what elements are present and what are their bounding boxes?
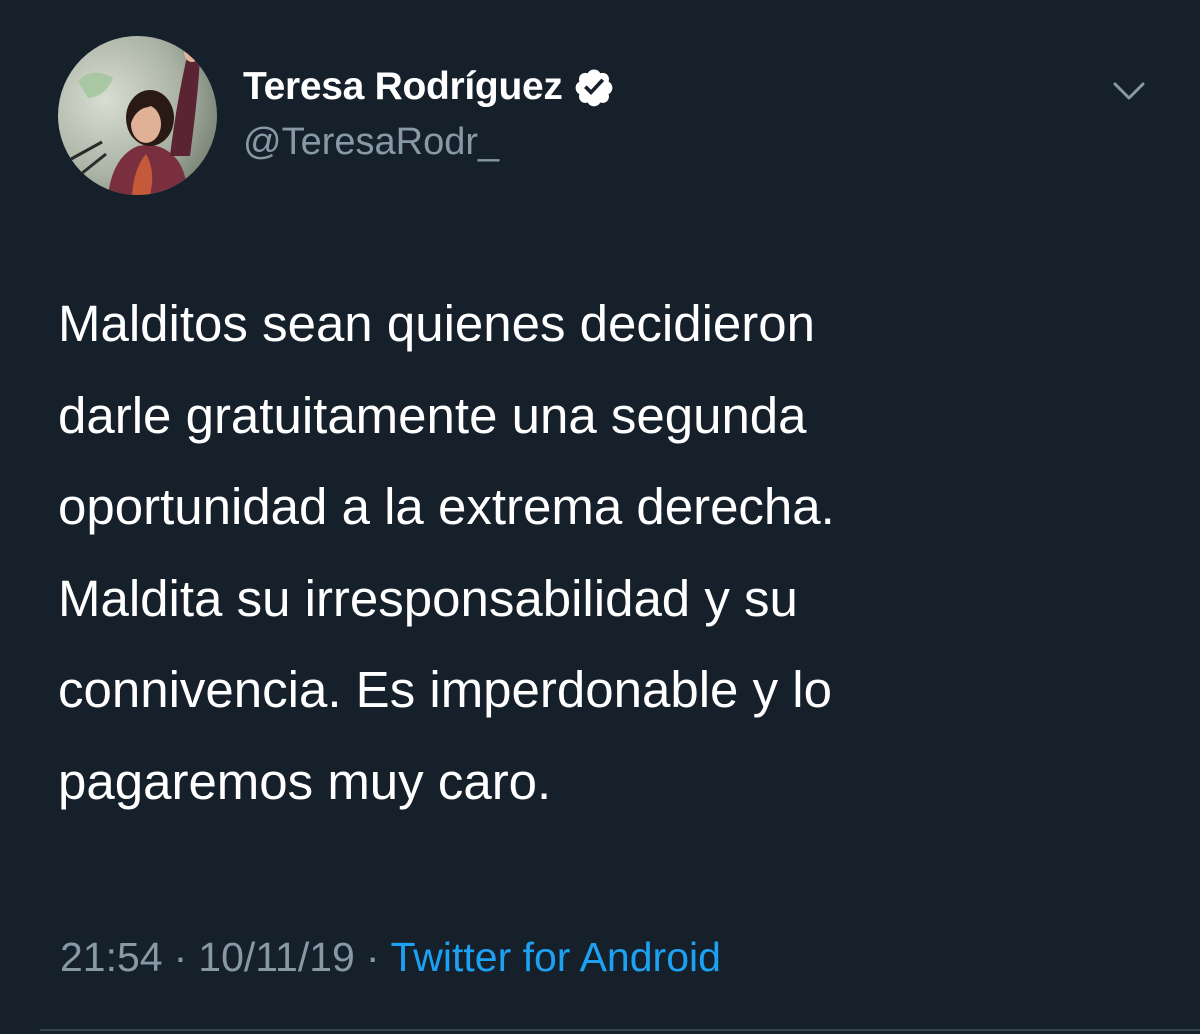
author-name-row[interactable]: Teresa Rodríguez (243, 64, 615, 110)
tweet-text-line: connivencia. Es imperdonable y lo (58, 661, 832, 718)
tweet-metadata: 21:54 · 10/11/19 · Twitter for Android (60, 932, 721, 982)
verified-badge-icon (573, 66, 615, 108)
avatar-photo (58, 36, 217, 195)
tweet-text-line: darle gratuitamente una segunda (58, 386, 807, 444)
author-handle[interactable]: @TeresaRodr_ (243, 119, 499, 165)
author-display-name[interactable]: Teresa Rodríguez (243, 64, 563, 110)
tweet-text: Malditos sean quienes decidieron darle g… (58, 278, 1168, 827)
tweet-time[interactable]: 21:54 (60, 934, 163, 980)
tweet-text-line: pagaremos muy caro. (58, 752, 552, 810)
tweet-options-button[interactable] (1106, 74, 1152, 108)
avatar[interactable] (58, 36, 217, 195)
divider (40, 1029, 1200, 1031)
tweet-card: Teresa Rodríguez @TeresaRodr_ Malditos s… (0, 0, 1200, 1034)
meta-separator: · (173, 934, 188, 980)
tweet-source-link[interactable]: Twitter for Android (390, 934, 720, 980)
tweet-text-line: Malditos sean quienes decidieron (58, 295, 815, 352)
tweet-date[interactable]: 10/11/19 (198, 934, 355, 980)
meta-separator: · (365, 934, 380, 980)
tweet-text-line: Maldita su irresponsabilidad y su (58, 569, 798, 627)
tweet-text-line: oportunidad a la extrema derecha. (58, 478, 835, 535)
chevron-down-icon (1113, 82, 1145, 100)
